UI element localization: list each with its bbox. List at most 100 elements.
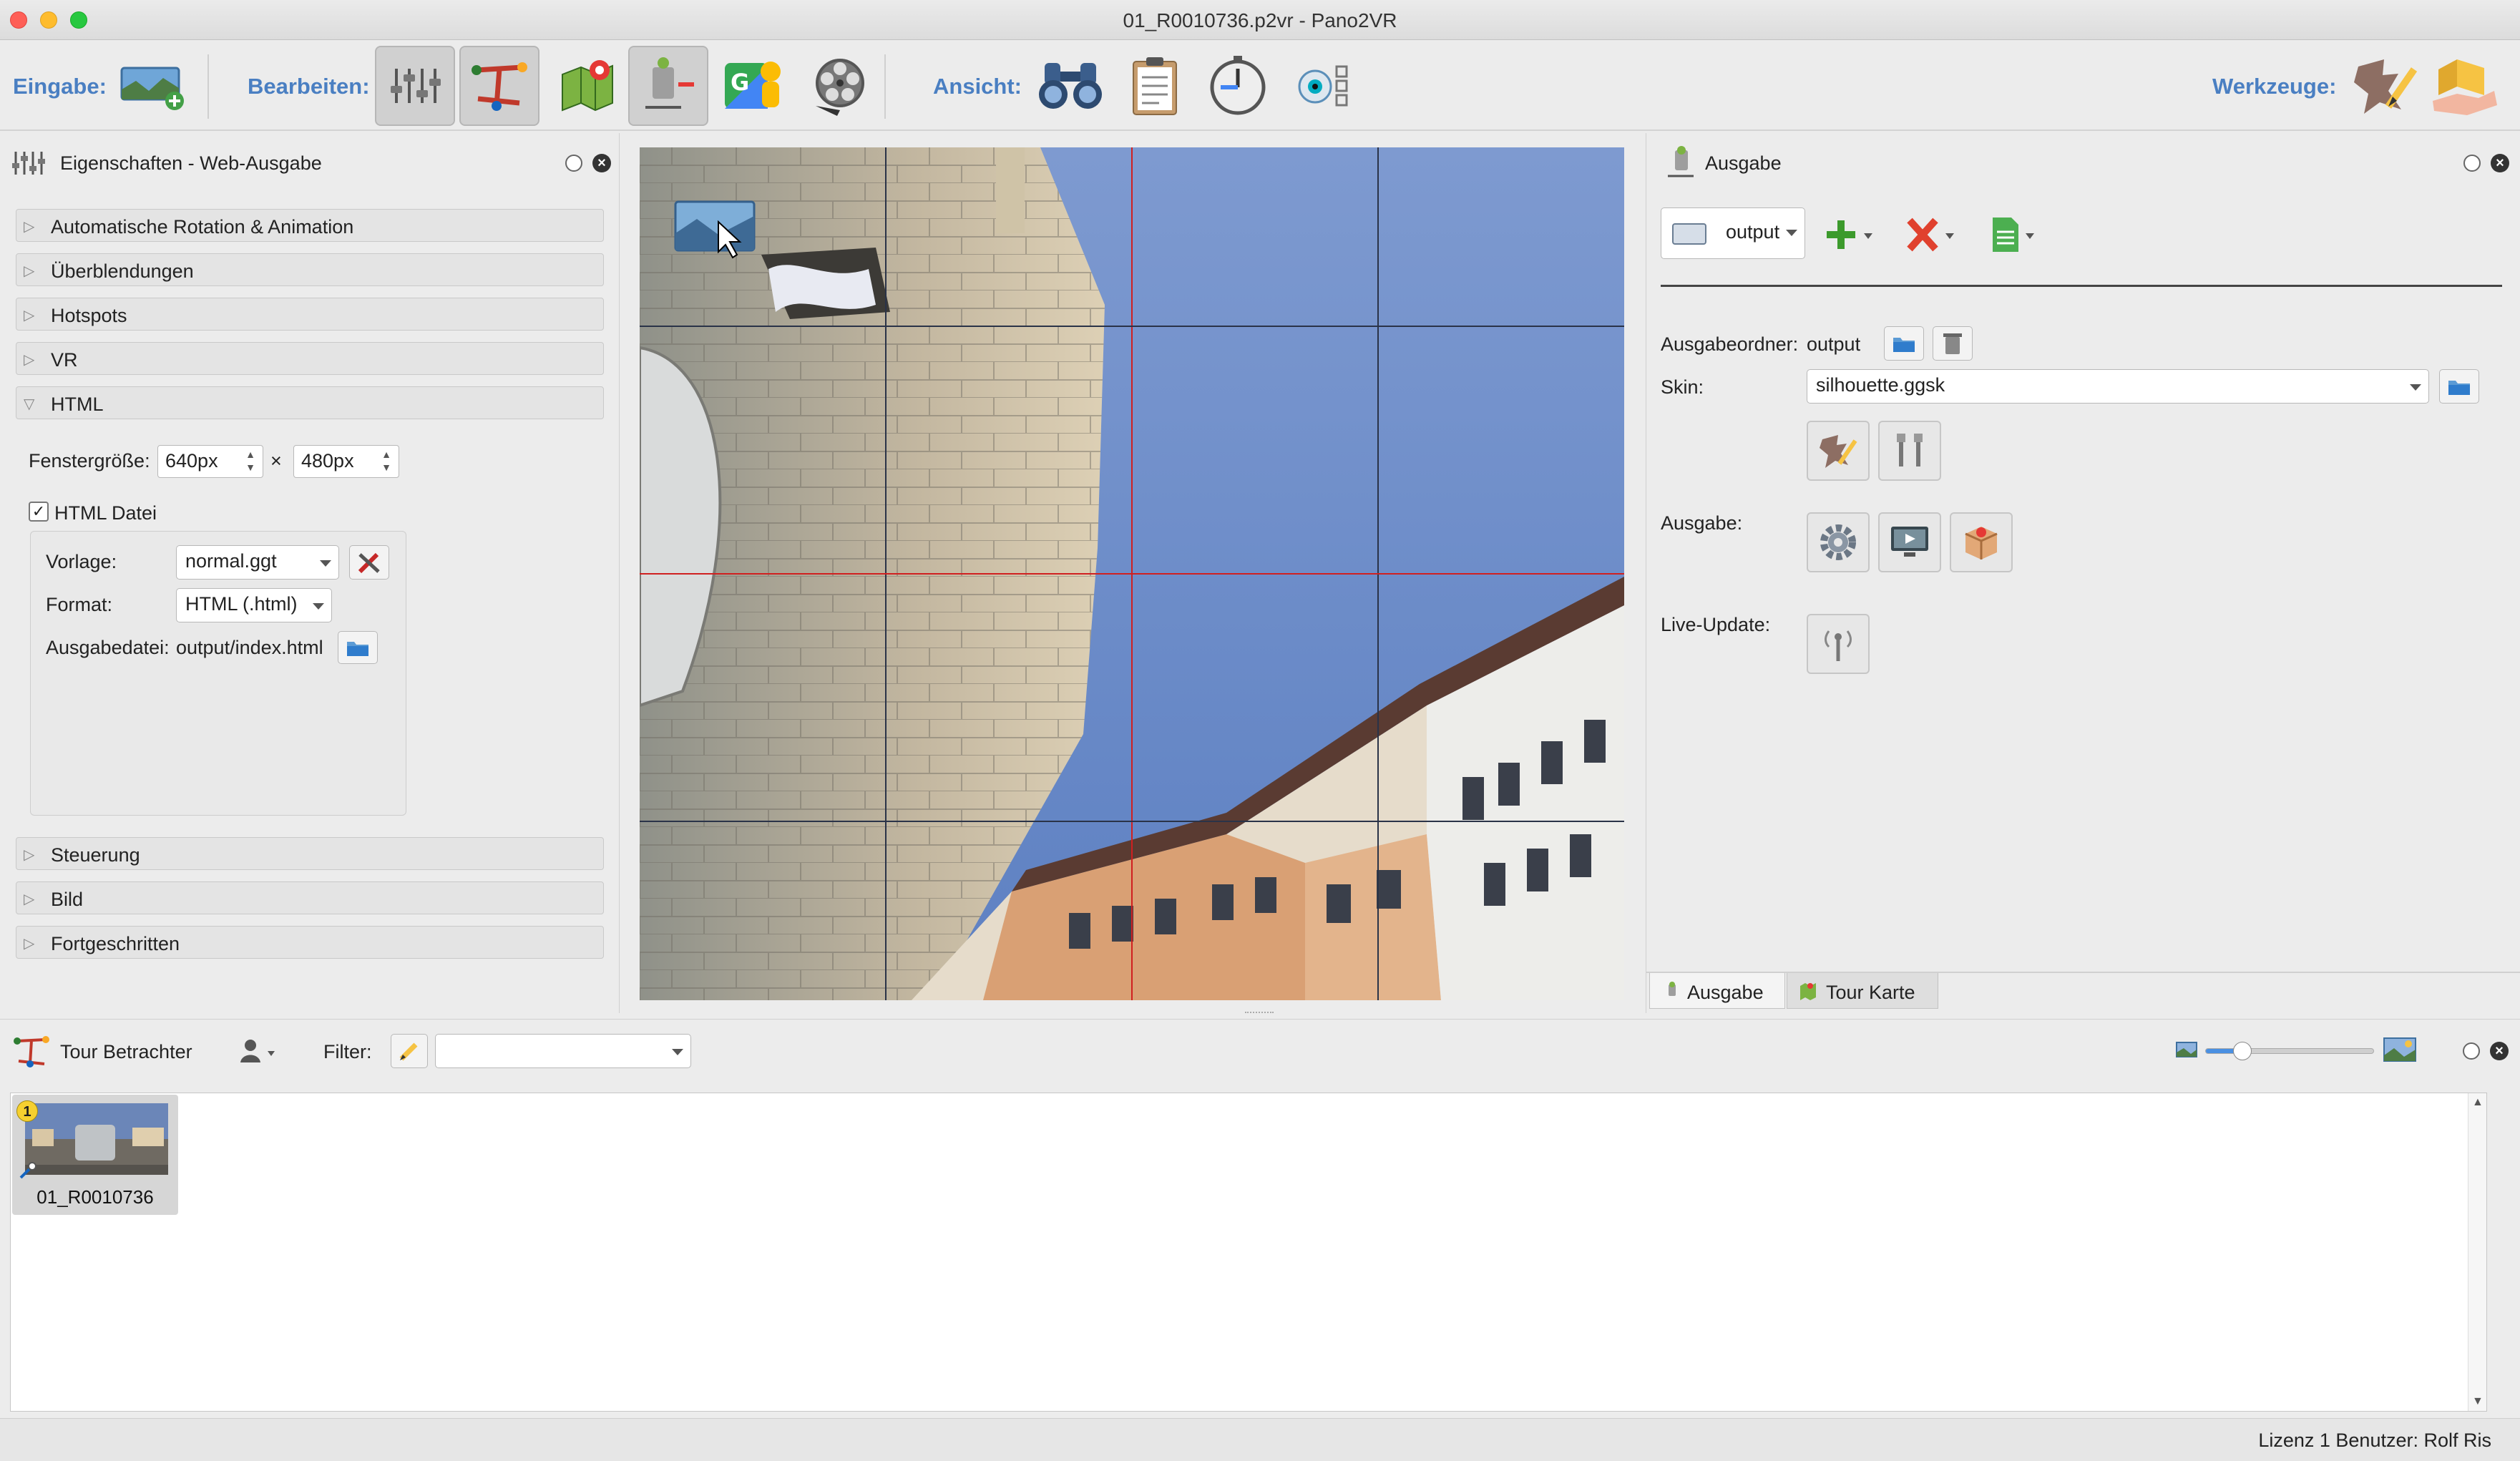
chevron-down-icon [672,1049,683,1055]
object-to-panorama-tool-button[interactable] [2426,46,2506,126]
template-label: Vorlage: [46,551,117,572]
clear-output-folder-button[interactable] [1933,326,1973,361]
folder-icon [2448,381,2470,395]
main-toolbar: Eingabe: Bearbeiten: G Ansicht: Werkzeug… [0,41,2520,131]
panorama-viewer[interactable] [640,147,1624,1000]
close-panel-icon[interactable]: × [2491,154,2509,172]
html-file-checkbox[interactable]: ✓ [29,502,49,522]
thumbnail-size-slider[interactable] [2205,1042,2374,1060]
thumbnail-size-slider-handle[interactable] [2233,1042,2252,1060]
gear-icon [1820,524,1856,560]
tools-icon [1897,434,1923,466]
panorama-image[interactable] [640,147,1624,1000]
skin-select[interactable]: silhouette.ggsk [1807,369,2429,404]
expand-arrow-icon: ▷ [24,936,35,952]
scroll-down-icon[interactable]: ▼ [2472,1395,2484,1408]
section-image[interactable]: ▷ Bild [16,881,604,914]
section-auto-rotation[interactable]: ▷ Automatische Rotation & Animation [16,209,604,242]
filter-label: Filter: [323,1041,372,1062]
width-stepper-icon[interactable]: ▲ ▼ [243,448,258,475]
skin-editor-tool-button[interactable] [2344,46,2424,126]
output-file-value: output/index.html [176,637,323,658]
scroll-up-icon[interactable]: ▲ [2472,1096,2484,1109]
output-folder-label: Ausgabeordner: [1661,333,1799,355]
user-filter-dropdown[interactable] [236,1037,279,1068]
clipboard-icon [1133,57,1177,115]
format-select[interactable]: HTML (.html) [176,588,332,622]
output-package-button[interactable] [1950,512,2013,572]
expand-arrow-icon: ▷ [24,263,35,279]
tour-thumbnail-list[interactable]: 1 01_R0010736 ▲ ▼ [10,1093,2487,1412]
chevron-down-icon [2410,384,2421,391]
collapse-arrow-icon: ▽ [24,396,35,412]
output-select[interactable]: output [1661,207,1805,259]
window-title: 01_R0010736.p2vr - Pano2VR [1123,9,1397,31]
chevron-down-icon [320,560,331,567]
live-update-button[interactable] [1807,614,1870,674]
tour-browser-button[interactable] [459,46,539,126]
skin-editor-icon [2354,59,2418,114]
toolbar-separator [884,54,886,119]
browse-skin-button[interactable] [2439,369,2479,404]
view-label: Ansicht: [933,74,1022,99]
float-panel-icon[interactable] [2463,155,2481,172]
output-panel-title: Ausgabe [1705,152,1782,174]
tour-icon [472,62,527,111]
section-vr[interactable]: ▷ VR [16,342,604,375]
viewer-button[interactable] [1030,46,1110,126]
format-label: Format: [46,594,113,615]
edit-template-button[interactable] [349,545,389,580]
map-button[interactable] [547,46,627,126]
google-street-view-button[interactable]: G [714,46,794,126]
section-controls[interactable]: ▷ Steuerung [16,837,604,870]
hotspot-marker-icon[interactable] [674,200,756,259]
filter-input[interactable] [435,1034,691,1068]
times-sign: × [270,450,282,471]
add-panorama-button[interactable] [113,46,193,126]
output-document-button[interactable] [1986,212,2050,258]
tab-tour-map[interactable]: Tour Karte [1787,973,1938,1009]
height-stepper-icon[interactable]: ▲ ▼ [379,448,394,475]
film-reel-icon [816,59,864,116]
report-button[interactable] [1115,46,1195,126]
section-transitions[interactable]: ▷ Überblendungen [16,253,604,286]
html-file-label: HTML Datei [54,502,157,524]
float-panel-icon[interactable] [2463,1042,2480,1060]
delete-output-button[interactable] [1904,212,1968,258]
properties-button[interactable] [375,46,455,126]
float-panel-icon[interactable] [565,155,582,172]
output-preview-button[interactable] [1878,512,1941,572]
large-thumbnail-icon [2383,1037,2416,1062]
output-panel-icon [1668,146,1694,177]
browse-output-file-button[interactable] [338,631,378,664]
skin-settings-button[interactable] [1878,421,1941,481]
section-html[interactable]: ▽ HTML [16,386,604,419]
tab-output[interactable]: Ausgabe [1649,973,1785,1009]
edit-skin-button[interactable] [1807,421,1870,481]
add-output-button[interactable] [1822,212,1887,258]
hotspot-button[interactable] [628,46,708,126]
close-panel-icon[interactable]: × [592,154,611,172]
document-icon [1993,218,2034,252]
divider [1661,285,2502,287]
section-advanced[interactable]: ▷ Fortgeschritten [16,926,604,959]
web-output-properties-icon [12,152,45,175]
vertical-scrollbar[interactable]: ▲ ▼ [2468,1093,2486,1411]
output-settings-button[interactable] [1807,512,1870,572]
tools-label: Werkzeuge: [2212,74,2337,99]
sliders-icon [391,69,441,103]
video-button[interactable] [800,46,880,126]
eye-checklist-icon [1298,65,1348,107]
open-output-folder-button[interactable] [1884,326,1924,361]
expand-arrow-icon: ▷ [24,219,35,235]
binoculars-icon [1039,63,1102,109]
animation-button[interactable] [1198,46,1278,126]
close-panel-icon[interactable]: × [2490,1042,2509,1060]
tour-node-item[interactable]: 1 01_R0010736 [12,1095,178,1215]
splitter-handle[interactable] [1245,1012,1274,1016]
template-select[interactable]: normal.ggt [176,545,339,580]
expand-arrow-icon: ▷ [24,352,35,368]
viewing-options-button[interactable] [1285,46,1365,126]
section-hotspots[interactable]: ▷ Hotspots [16,298,604,331]
filter-tag-button[interactable] [391,1034,428,1068]
